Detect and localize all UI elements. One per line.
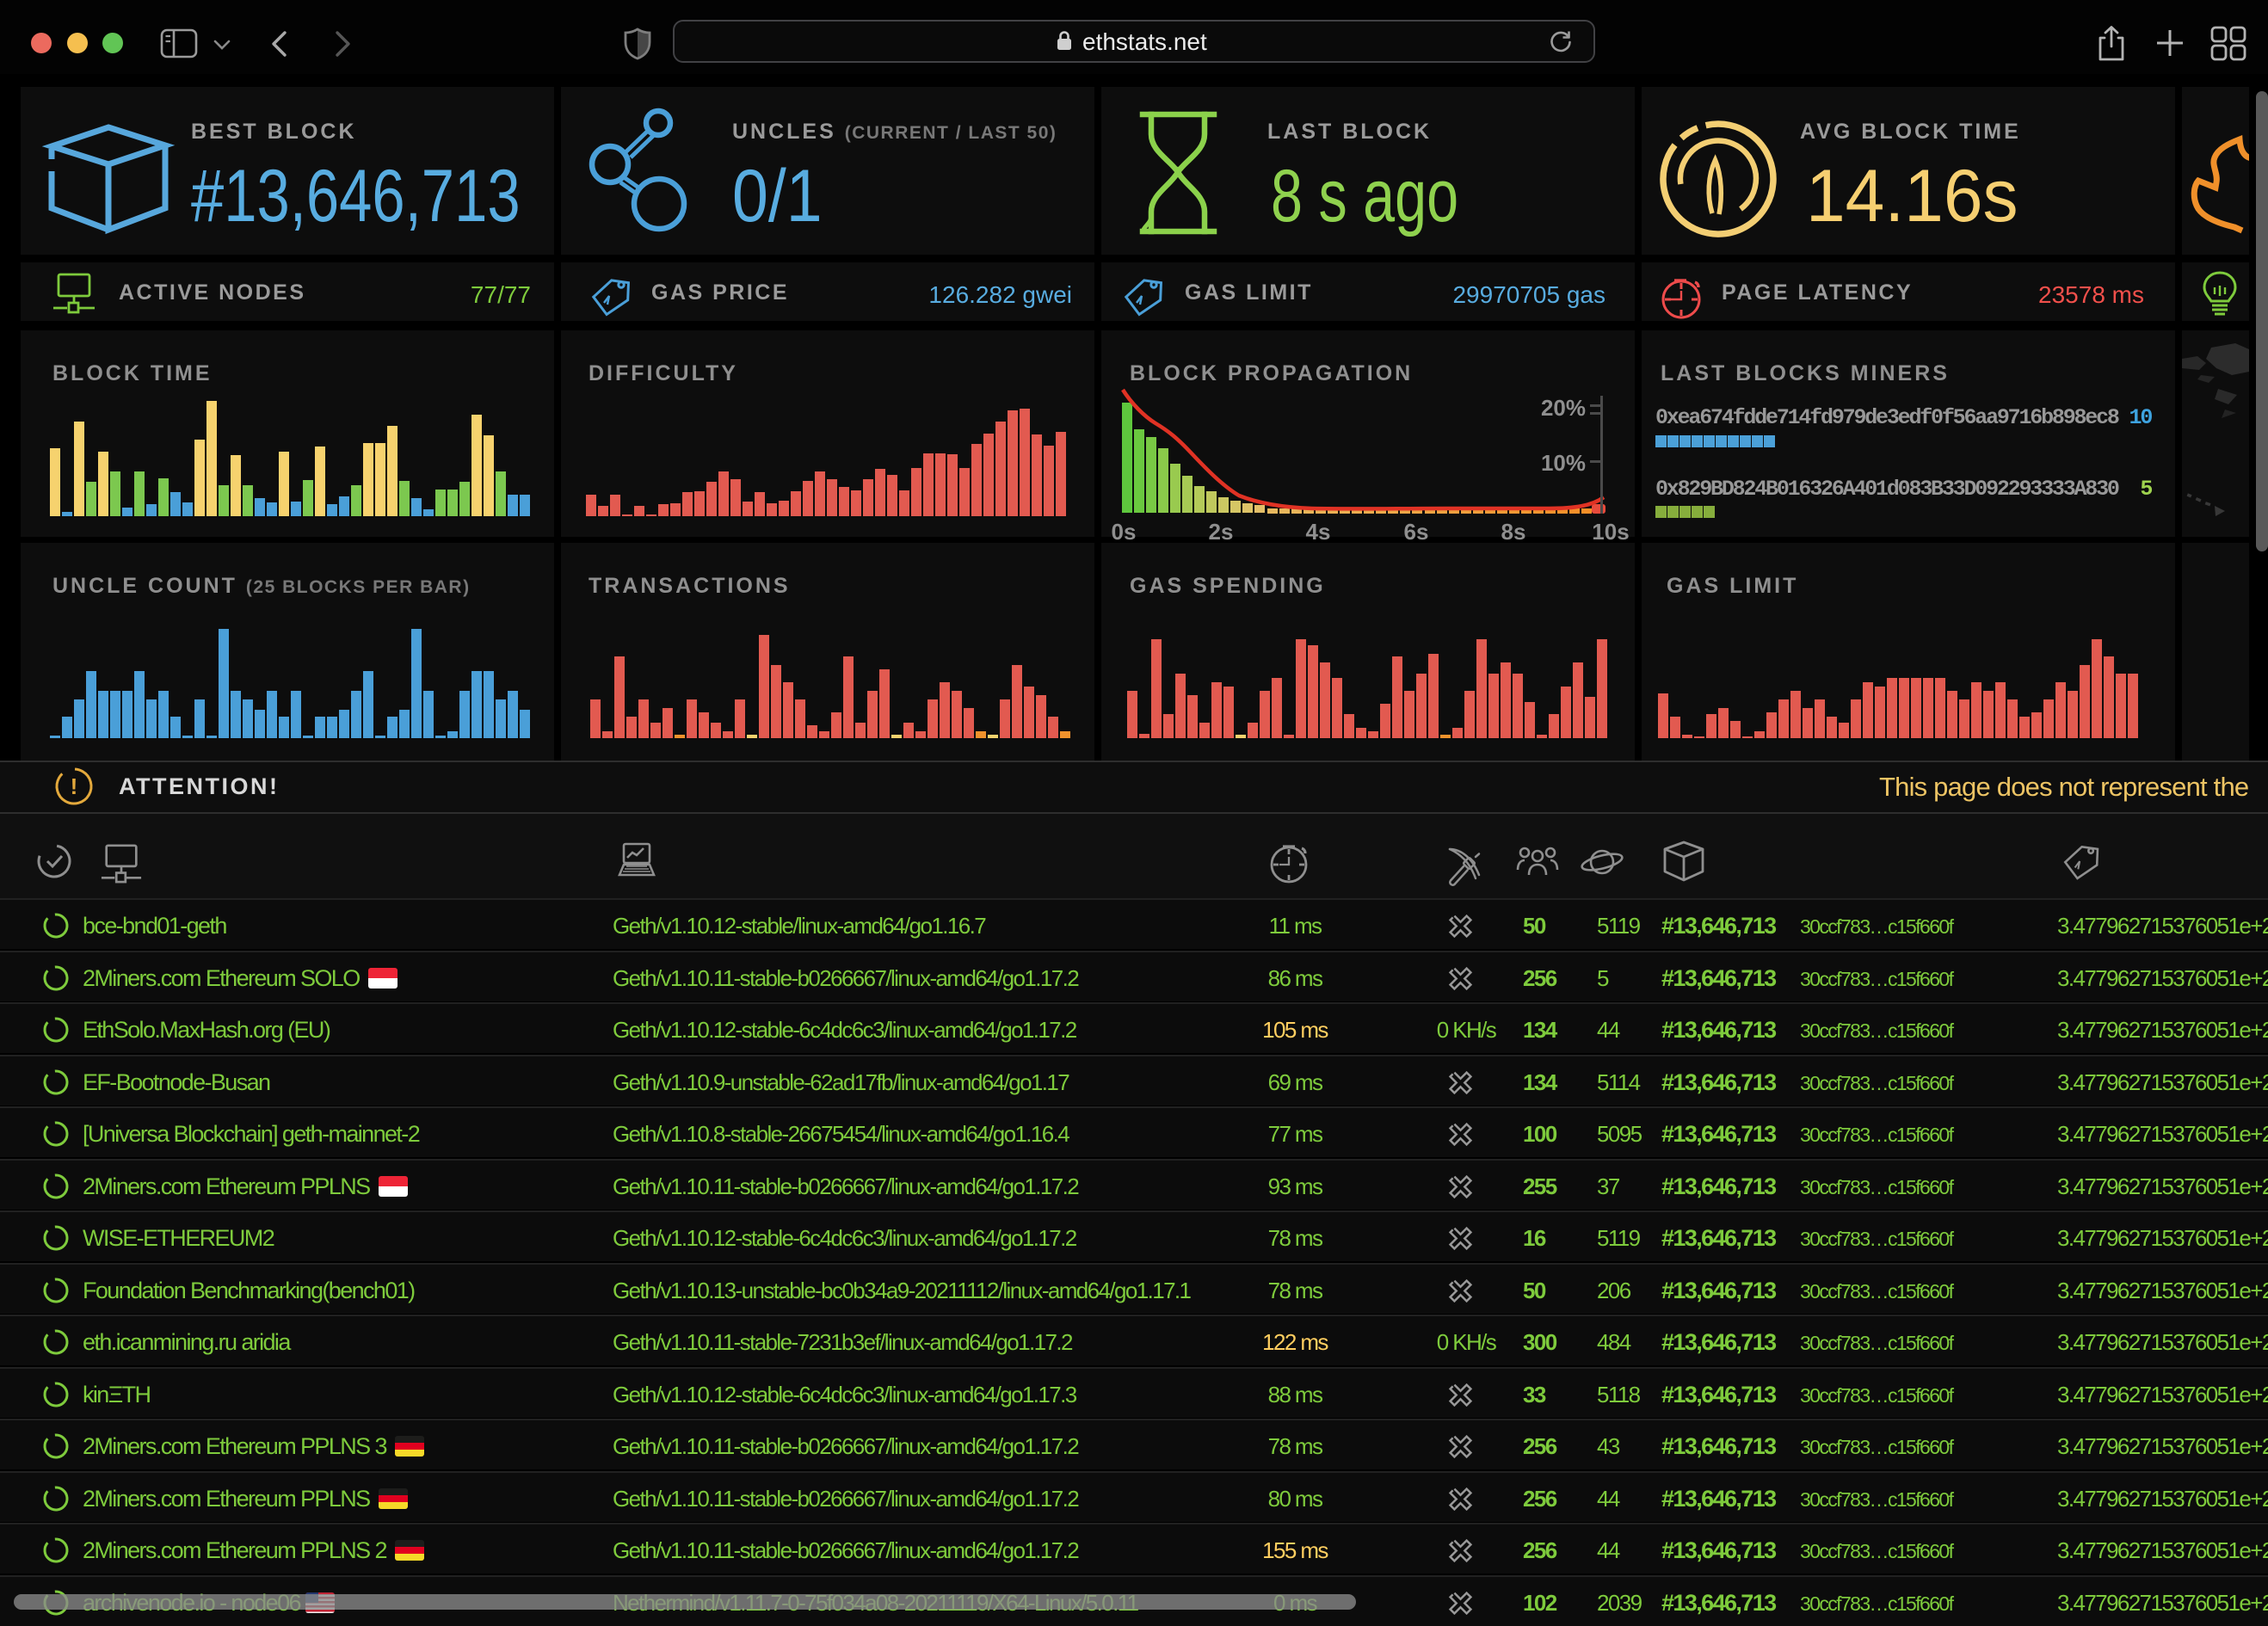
svg-text:!: ! <box>71 773 78 799</box>
